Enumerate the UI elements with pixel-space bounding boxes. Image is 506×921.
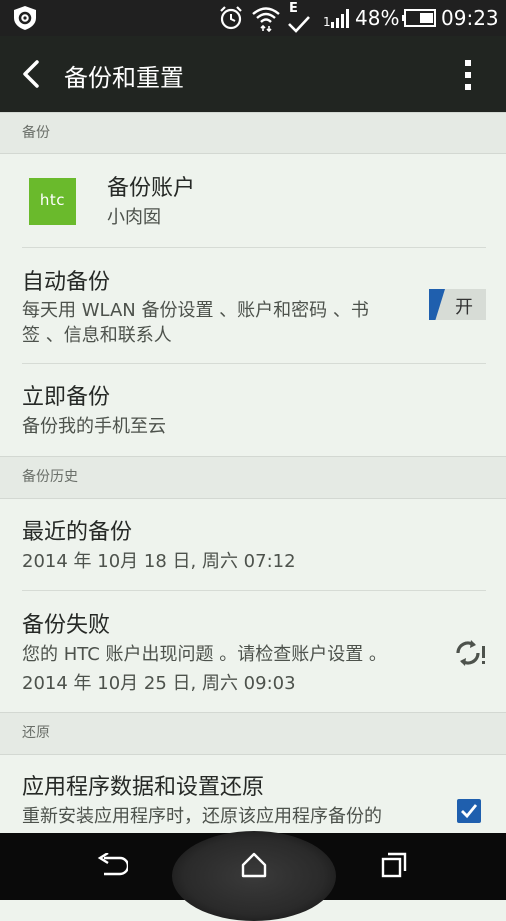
- check-icon: [288, 16, 310, 33]
- app-restore-title: 应用程序数据和设置还原: [22, 775, 265, 800]
- htc-logo-text: htc: [39, 191, 66, 209]
- security-shield-icon: [14, 6, 36, 30]
- auto-backup-description-line2: 签 、信息和联系人: [22, 325, 172, 346]
- battery-percent: 48%: [355, 6, 400, 30]
- clock: 09:23: [441, 6, 499, 30]
- nav-back-icon[interactable]: [96, 853, 128, 879]
- app-restore-description: 重新安装应用程序时，还原该应用程序备份的: [22, 806, 382, 827]
- overflow-menu-icon[interactable]: [460, 58, 476, 92]
- recent-backup-date: 2014 年 10月 18 日, 周六 07:12: [22, 551, 296, 572]
- app-restore-checkbox[interactable]: [457, 799, 481, 823]
- section-header-history: 备份历史: [0, 456, 506, 499]
- navigation-bar: [0, 831, 506, 921]
- auto-backup-toggle[interactable]: 开: [429, 289, 486, 320]
- wifi-icon: [252, 7, 280, 32]
- alarm-icon: [220, 6, 242, 30]
- signal-strength-icon: [331, 9, 349, 28]
- backup-now-row[interactable]: 立即备份 备份我的手机至云: [0, 364, 506, 456]
- backup-now-title: 立即备份: [22, 385, 111, 410]
- app-bar: 备份和重置: [0, 36, 506, 112]
- auto-backup-description-line1: 每天用 WLAN 备份设置 、账户和密码 、书: [22, 300, 369, 321]
- nav-recent-apps-icon[interactable]: [380, 851, 408, 879]
- page-title: 备份和重置: [64, 64, 184, 92]
- section-label: 备份历史: [22, 469, 78, 485]
- status-bar: E 1 48% 09:23: [0, 0, 506, 36]
- backup-failed-date: 2014 年 10月 25 日, 周六 09:03: [22, 673, 296, 694]
- app-restore-row[interactable]: 应用程序数据和设置还原 重新安装应用程序时，还原该应用程序备份的: [0, 756, 506, 833]
- back-arrow-icon[interactable]: [18, 58, 42, 90]
- toggle-label: 开: [455, 297, 473, 318]
- backup-account-name: 小肉囡: [107, 207, 161, 228]
- section-label: 备份: [22, 125, 50, 141]
- backup-failed-message: 您的 HTC 账户出现问题 。请检查账户设置 。: [22, 644, 387, 665]
- sync-error-icon[interactable]: [452, 637, 488, 669]
- checkmark-icon: [461, 804, 478, 819]
- htc-logo: htc: [29, 178, 76, 225]
- battery-icon: [402, 9, 436, 27]
- section-header-restore: 还原: [0, 712, 506, 755]
- backup-now-description: 备份我的手机至云: [22, 416, 166, 437]
- toggle-accent: [429, 289, 445, 320]
- backup-account-row[interactable]: htc 备份账户 小肉囡: [0, 155, 506, 247]
- recent-backup-title: 最近的备份: [22, 520, 133, 545]
- backup-failed-row[interactable]: 备份失败 您的 HTC 账户出现问题 。请检查账户设置 。 2014 年 10月…: [0, 591, 506, 712]
- section-label: 还原: [22, 725, 50, 741]
- recent-backup-row: 最近的备份 2014 年 10月 18 日, 周六 07:12: [0, 500, 506, 590]
- section-header-backup: 备份: [0, 112, 506, 154]
- nav-home-icon[interactable]: [240, 851, 268, 879]
- backup-failed-title: 备份失败: [22, 613, 111, 638]
- backup-account-title: 备份账户: [107, 176, 196, 201]
- auto-backup-title: 自动备份: [22, 270, 111, 295]
